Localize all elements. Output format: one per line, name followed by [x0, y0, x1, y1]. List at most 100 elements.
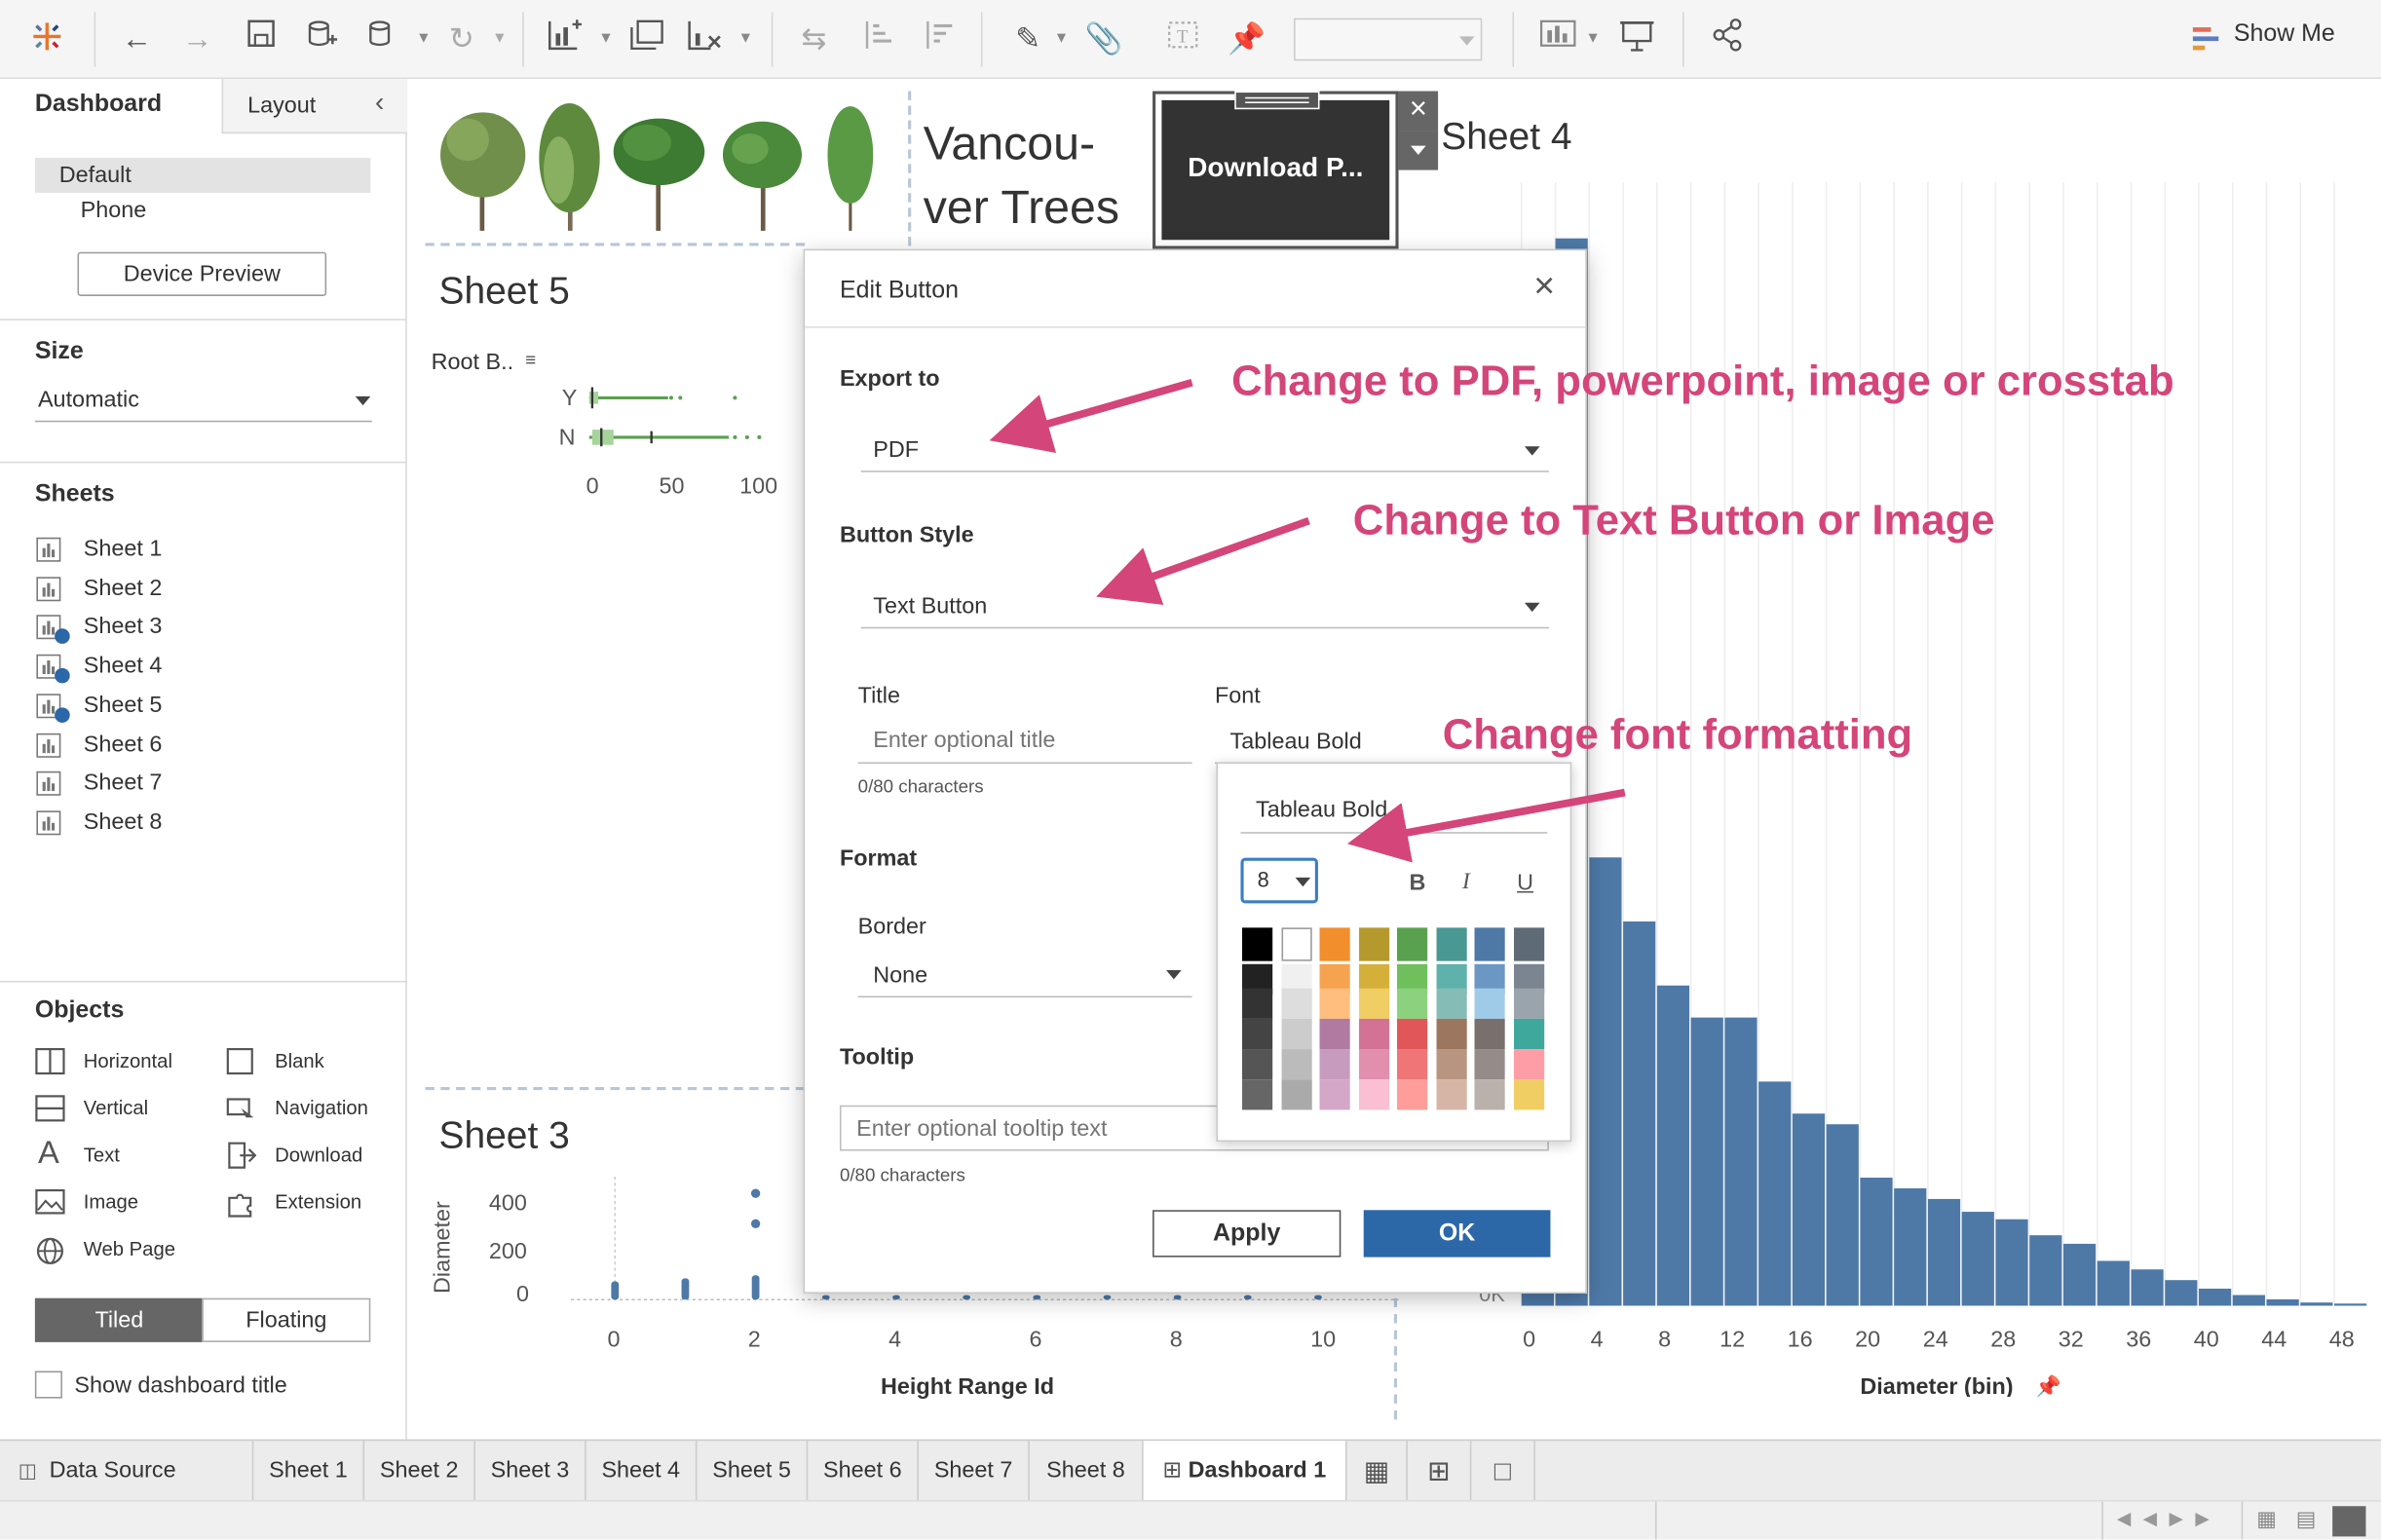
histogram-bar[interactable]: [1961, 1212, 1994, 1306]
download-object-frame[interactable]: Download P...: [1153, 91, 1399, 249]
tiled-toggle[interactable]: Tiled: [34, 1297, 204, 1342]
color-swatch[interactable]: [1513, 927, 1544, 961]
download-pdf-button[interactable]: Download P...: [1161, 99, 1390, 241]
sheet-list-item[interactable]: Sheet 2: [84, 575, 163, 600]
sheet-list-item[interactable]: Sheet 4: [84, 653, 163, 678]
color-swatch[interactable]: [1513, 1049, 1544, 1080]
border-dropdown[interactable]: None: [857, 952, 1192, 998]
floating-toggle[interactable]: Floating: [202, 1297, 371, 1342]
popup-font-dropdown[interactable]: Tableau Bold: [1240, 791, 1548, 834]
forward-icon[interactable]: →: [176, 19, 219, 61]
histogram-bar[interactable]: [2198, 1288, 2232, 1306]
color-swatch[interactable]: [1358, 1079, 1389, 1110]
color-swatch[interactable]: [1397, 988, 1428, 1019]
color-swatch[interactable]: [1242, 1049, 1273, 1080]
color-swatch[interactable]: [1474, 1049, 1505, 1080]
pin-icon[interactable]: 📌: [1227, 19, 1266, 61]
histogram-bar[interactable]: [1894, 1187, 1927, 1306]
histogram-bar[interactable]: [1690, 1017, 1723, 1306]
object-menu-button[interactable]: [1398, 131, 1439, 170]
show-me-button[interactable]: Show Me: [2234, 21, 2335, 49]
chevron-down-icon[interactable]: ▼: [735, 19, 756, 61]
chevron-down-icon[interactable]: ▼: [1582, 19, 1604, 61]
color-swatch[interactable]: [1280, 988, 1311, 1019]
strip-marks[interactable]: [1103, 1295, 1112, 1300]
strip-marks[interactable]: [1314, 1295, 1322, 1300]
color-swatch[interactable]: [1435, 1049, 1466, 1080]
collapse-chevron-icon[interactable]: ‹: [375, 87, 384, 119]
color-swatch[interactable]: [1397, 1018, 1428, 1050]
chevron-down-icon[interactable]: ▼: [413, 19, 435, 61]
histogram-bar[interactable]: [2334, 1303, 2367, 1306]
color-swatch[interactable]: [1358, 1018, 1389, 1050]
chevron-down-icon[interactable]: ▼: [489, 19, 510, 61]
color-swatch[interactable]: [1319, 1018, 1350, 1050]
new-worksheet-icon[interactable]: [544, 19, 586, 61]
size-dropdown[interactable]: Automatic: [34, 380, 372, 423]
new-datasource-icon[interactable]: [301, 19, 344, 61]
color-swatch[interactable]: [1397, 1079, 1428, 1110]
tab-layout[interactable]: Layout ‹: [221, 79, 407, 134]
page-nav-icons[interactable]: ◀◀▶▶: [2117, 1508, 2221, 1529]
tab-sheet-2[interactable]: Sheet 2: [364, 1441, 475, 1502]
color-swatch[interactable]: [1435, 1079, 1466, 1110]
sheet-list-item[interactable]: Sheet 3: [84, 614, 163, 639]
new-story-tab-icon[interactable]: □: [1471, 1441, 1535, 1502]
tab-sheet-1[interactable]: Sheet 1: [253, 1441, 365, 1502]
color-swatch[interactable]: [1242, 927, 1273, 961]
strip-marks[interactable]: [681, 1278, 690, 1300]
tab-dashboard[interactable]: Dashboard: [0, 79, 222, 134]
color-swatch[interactable]: [1435, 988, 1466, 1019]
font-size-dropdown[interactable]: 8: [1240, 857, 1318, 904]
color-swatch[interactable]: [1242, 988, 1273, 1019]
pin-icon[interactable]: 📌: [2035, 1373, 2061, 1397]
strip-marks[interactable]: [892, 1295, 900, 1300]
color-swatch[interactable]: [1513, 988, 1544, 1019]
strip-marks[interactable]: [1033, 1295, 1041, 1300]
sort-descending-icon[interactable]: [917, 19, 960, 61]
color-swatch[interactable]: [1358, 927, 1389, 961]
button-style-dropdown[interactable]: Text Button: [860, 583, 1549, 629]
histogram-bar[interactable]: [1758, 1081, 1792, 1306]
new-worksheet-tab-icon[interactable]: ▦: [1347, 1441, 1408, 1502]
color-swatch[interactable]: [1474, 988, 1505, 1019]
apply-button[interactable]: Apply: [1153, 1210, 1342, 1258]
strip-marks[interactable]: [1243, 1295, 1252, 1300]
label-icon[interactable]: T: [1163, 19, 1203, 61]
underline-button[interactable]: U: [1517, 870, 1533, 895]
remove-object-close-icon[interactable]: ×: [1398, 91, 1439, 131]
histogram-bar[interactable]: [2266, 1298, 2299, 1306]
histogram-bar[interactable]: [1724, 1017, 1757, 1306]
ok-button[interactable]: OK: [1363, 1210, 1551, 1258]
duplicate-sheet-icon[interactable]: [625, 19, 668, 61]
tab-sheet-4[interactable]: Sheet 4: [586, 1441, 698, 1502]
histogram-bar[interactable]: [1623, 921, 1656, 1306]
histogram-bar[interactable]: [2131, 1269, 2164, 1306]
tile-view-icon[interactable]: [2332, 1506, 2366, 1537]
sheet-list-item[interactable]: Sheet 8: [84, 809, 163, 835]
show-title-checkbox[interactable]: [34, 1371, 62, 1399]
sheet-list-item[interactable]: Sheet 6: [84, 732, 163, 757]
show-cards-icon[interactable]: [1536, 19, 1579, 61]
histogram-bar[interactable]: [1589, 857, 1622, 1306]
chevron-down-icon[interactable]: ▼: [1051, 19, 1073, 61]
color-swatch[interactable]: [1280, 1049, 1311, 1080]
list-view-icon[interactable]: ▤: [2296, 1506, 2317, 1531]
back-icon[interactable]: ←: [115, 19, 158, 61]
color-swatch[interactable]: [1319, 988, 1350, 1019]
color-swatch[interactable]: [1280, 927, 1311, 961]
color-swatch[interactable]: [1319, 927, 1350, 961]
share-icon[interactable]: [1707, 19, 1750, 61]
histogram-bar[interactable]: [1792, 1113, 1826, 1306]
histogram-bar[interactable]: [1656, 985, 1690, 1306]
color-swatch[interactable]: [1358, 988, 1389, 1019]
outlier-point[interactable]: [750, 1188, 761, 1198]
device-preview-button[interactable]: Device Preview: [77, 251, 327, 296]
histogram-bar[interactable]: [2029, 1235, 2062, 1306]
move-handle[interactable]: [1234, 91, 1320, 110]
color-swatch[interactable]: [1242, 1079, 1273, 1110]
color-swatch[interactable]: [1513, 1018, 1544, 1050]
histogram-bar[interactable]: [1927, 1198, 1961, 1306]
refresh-icon[interactable]: ↻: [440, 19, 483, 61]
chevron-down-icon[interactable]: ▼: [595, 19, 617, 61]
